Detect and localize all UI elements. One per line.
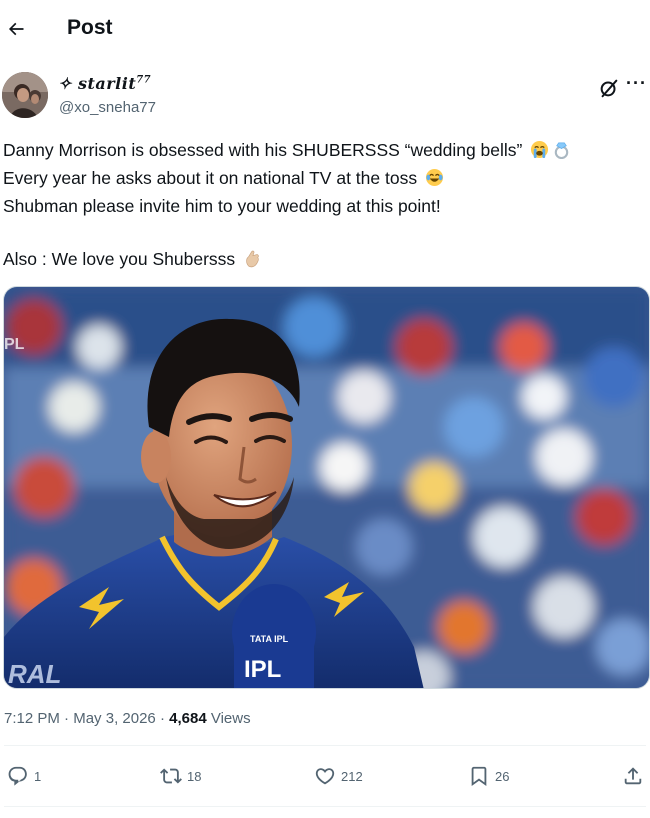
views-label: Views — [210, 710, 251, 727]
reply-button[interactable]: 1 — [7, 765, 41, 787]
ring-icon — [555, 142, 569, 159]
like-button[interactable]: 212 — [314, 765, 363, 787]
svg-text:IPL: IPL — [244, 656, 281, 683]
author-row: ✧ starlit77 @xo_sneha77 ··· — [2, 72, 648, 122]
post-header: Post — [0, 0, 650, 58]
grok-button[interactable] — [598, 77, 620, 99]
handle[interactable]: @xo_sneha77 — [59, 99, 156, 116]
share-button[interactable] — [622, 765, 644, 787]
loudly-crying-face-icon — [531, 140, 549, 159]
divider — [4, 806, 646, 807]
arrow-left-icon — [8, 22, 24, 36]
action-bar: 1 18 212 26 — [0, 760, 650, 794]
ellipsis-icon: ··· — [626, 73, 647, 93]
share-icon — [624, 767, 642, 785]
photo-image: TATA IPL IPL RAL PL — [4, 287, 649, 689]
pinching-hand-icon — [246, 250, 259, 268]
back-button[interactable] — [4, 17, 28, 41]
display-name-text: ✧ starlit — [58, 74, 137, 93]
display-name[interactable]: ✧ starlit77 — [58, 74, 151, 93]
jersey-watermark: RAL — [8, 659, 61, 689]
post-date[interactable]: May 3, 2026 — [73, 710, 156, 727]
tweet-line-text: Danny Morrison is obsessed with his SHUB… — [3, 140, 523, 160]
meta-separator: · — [64, 710, 70, 727]
tweet-line-1: Danny Morrison is obsessed with his SHUB… — [3, 136, 643, 164]
divider — [4, 745, 646, 746]
like-count: 212 — [341, 768, 363, 784]
display-name-suffix: 77 — [136, 74, 152, 86]
tweet-line-2: Every year he asks about it on national … — [3, 164, 643, 192]
views-count: 4,684 — [169, 710, 207, 727]
post-meta: 7:12 PM · May 3, 2026 · 4,684 Views — [4, 710, 251, 727]
bookmark-count: 26 — [495, 768, 510, 784]
avatar[interactable] — [2, 72, 48, 118]
heart-icon — [315, 768, 335, 785]
bookmark-button[interactable]: 26 — [468, 765, 509, 787]
tweet-line-4: Also : We love you Shubersss — [3, 245, 643, 273]
page-title: Post — [67, 16, 113, 39]
avatar-image — [2, 72, 48, 118]
post-time[interactable]: 7:12 PM — [4, 710, 60, 727]
repost-icon — [160, 768, 182, 784]
meta-separator: · — [159, 710, 165, 727]
repost-count: 18 — [187, 768, 202, 784]
tweet-line-text: Every year he asks about it on national … — [3, 168, 418, 188]
tweet-line-3: Shubman please invite him to your weddin… — [3, 196, 441, 216]
reply-icon — [8, 766, 27, 786]
mic-watermark-tata: TATA IPL — [250, 634, 289, 644]
tweet-line-text: Also : We love you Shubersss — [3, 249, 236, 269]
more-options-button[interactable]: ··· — [626, 73, 647, 94]
tweet-text: Danny Morrison is obsessed with his SHUB… — [3, 136, 643, 273]
bookmark-icon — [471, 766, 487, 787]
reply-count: 1 — [34, 768, 42, 784]
corner-watermark: PL — [4, 336, 25, 353]
grok-icon — [600, 79, 618, 98]
face-with-tears-of-joy-icon — [425, 168, 444, 187]
tweet-media-image[interactable]: TATA IPL IPL RAL PL — [3, 286, 650, 689]
repost-button[interactable]: 18 — [160, 765, 201, 787]
